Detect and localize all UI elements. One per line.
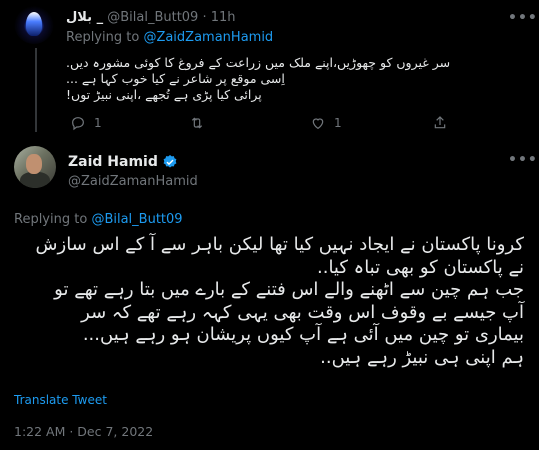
like-button[interactable]: 1 bbox=[310, 115, 342, 131]
main-replying-to: Replying to @Bilal_Butt09 bbox=[14, 212, 183, 227]
main-author-avatar[interactable] bbox=[14, 146, 56, 188]
replying-to-label: Replying to bbox=[14, 212, 88, 227]
thread-connector-line bbox=[35, 48, 37, 132]
main-author-name-row: Zaid Hamid bbox=[68, 154, 178, 170]
replying-to-label: Replying to bbox=[66, 30, 140, 45]
main-author-handle[interactable]: @ZaidZamanHamid bbox=[68, 174, 198, 189]
main-text-line: جب ہم چین سے اٹھنے والے اس فتنے کے بارے … bbox=[54, 279, 524, 300]
reply-replying-to: Replying to @ZaidZamanHamid bbox=[66, 30, 273, 45]
reply-author-avatar[interactable] bbox=[14, 4, 54, 44]
reply-time[interactable]: 11h bbox=[211, 10, 236, 25]
main-text-line: ہم اپنی ہی نبیڑ رہے ہیں.. bbox=[320, 346, 524, 368]
replying-to-handle-link[interactable]: @Bilal_Butt09 bbox=[91, 212, 182, 227]
reply-text-line: اِسی موقع پر شاعر نے کیا خوب کہا ہے ... bbox=[66, 71, 285, 86]
main-author-name[interactable]: Zaid Hamid bbox=[68, 154, 158, 170]
tweet-timestamp[interactable]: 1:22 AM · Dec 7, 2022 bbox=[14, 424, 153, 439]
reply-author-name[interactable]: بلال _ bbox=[66, 10, 103, 25]
verified-badge-icon bbox=[163, 155, 177, 168]
reply-text-line: پرائی کیا پڑی ہے تُجھے ،اپنی نبیڑ توں! bbox=[66, 87, 262, 102]
heart-icon bbox=[312, 118, 324, 130]
main-text-line: نے پاکستان کو بھی تباہ کیا.. bbox=[317, 256, 524, 278]
more-options-icon[interactable]: ••• bbox=[508, 10, 538, 26]
main-tweet-text: کرونا پاکستان نے ایجاد نہیں کیا تھا لیکن… bbox=[14, 234, 524, 369]
like-count: 1 bbox=[334, 116, 342, 130]
reply-tweet-text: سر غیروں کو چھوڑیں،اپنے ملک میں زراعت کے… bbox=[66, 55, 506, 103]
reply-separator: · bbox=[202, 10, 207, 25]
reply-text-line: سر غیروں کو چھوڑیں،اپنے ملک میں زراعت کے… bbox=[66, 55, 451, 70]
translate-tweet-link[interactable]: Translate Tweet bbox=[14, 393, 107, 407]
more-options-icon[interactable]: ••• bbox=[508, 152, 538, 168]
reply-icon bbox=[72, 117, 84, 131]
retweet-button[interactable] bbox=[189, 115, 205, 131]
retweet-icon bbox=[191, 117, 203, 129]
main-text-line: کرونا پاکستان نے ایجاد نہیں کیا تھا لیکن… bbox=[35, 234, 524, 255]
reply-author-header: بلال _ @Bilal_Butt09 · 11h bbox=[66, 10, 236, 25]
replying-to-handle-link[interactable]: @ZaidZamanHamid bbox=[143, 30, 273, 45]
reply-action-bar: 1 1 bbox=[66, 115, 466, 135]
reply-count: 1 bbox=[94, 116, 102, 130]
reply-button[interactable]: 1 bbox=[70, 115, 102, 131]
main-text-line: آپ جیسے بے وقوف اس وقت بھی یہی کہہ رہے ت… bbox=[81, 301, 524, 323]
reply-author-handle[interactable]: @Bilal_Butt09 bbox=[107, 10, 198, 25]
share-button[interactable] bbox=[432, 115, 448, 131]
share-icon bbox=[434, 116, 446, 129]
main-text-line: بیماری تو چین میں آئی ہے آپ کیوں پریشان … bbox=[82, 324, 524, 345]
